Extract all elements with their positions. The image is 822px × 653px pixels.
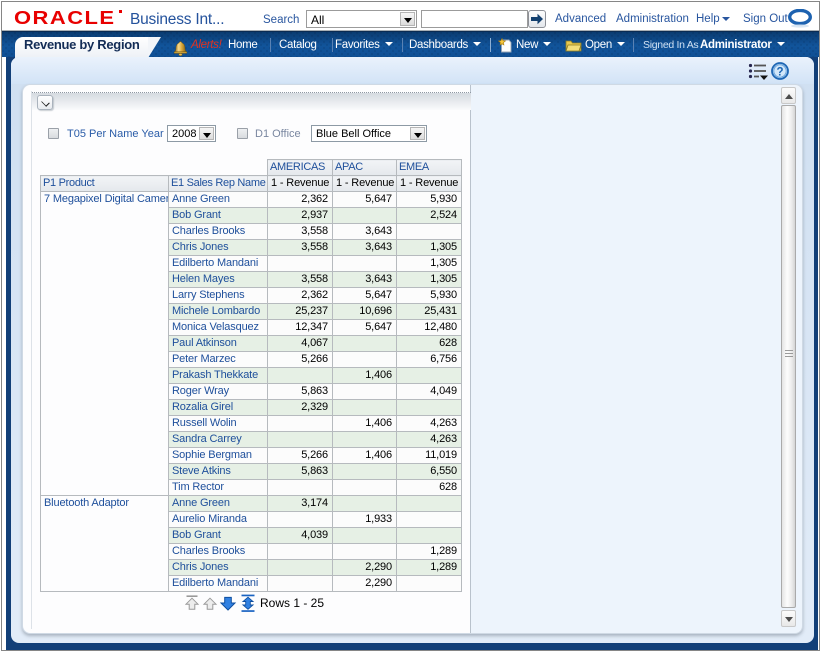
svg-text:?: ? [776, 66, 783, 78]
